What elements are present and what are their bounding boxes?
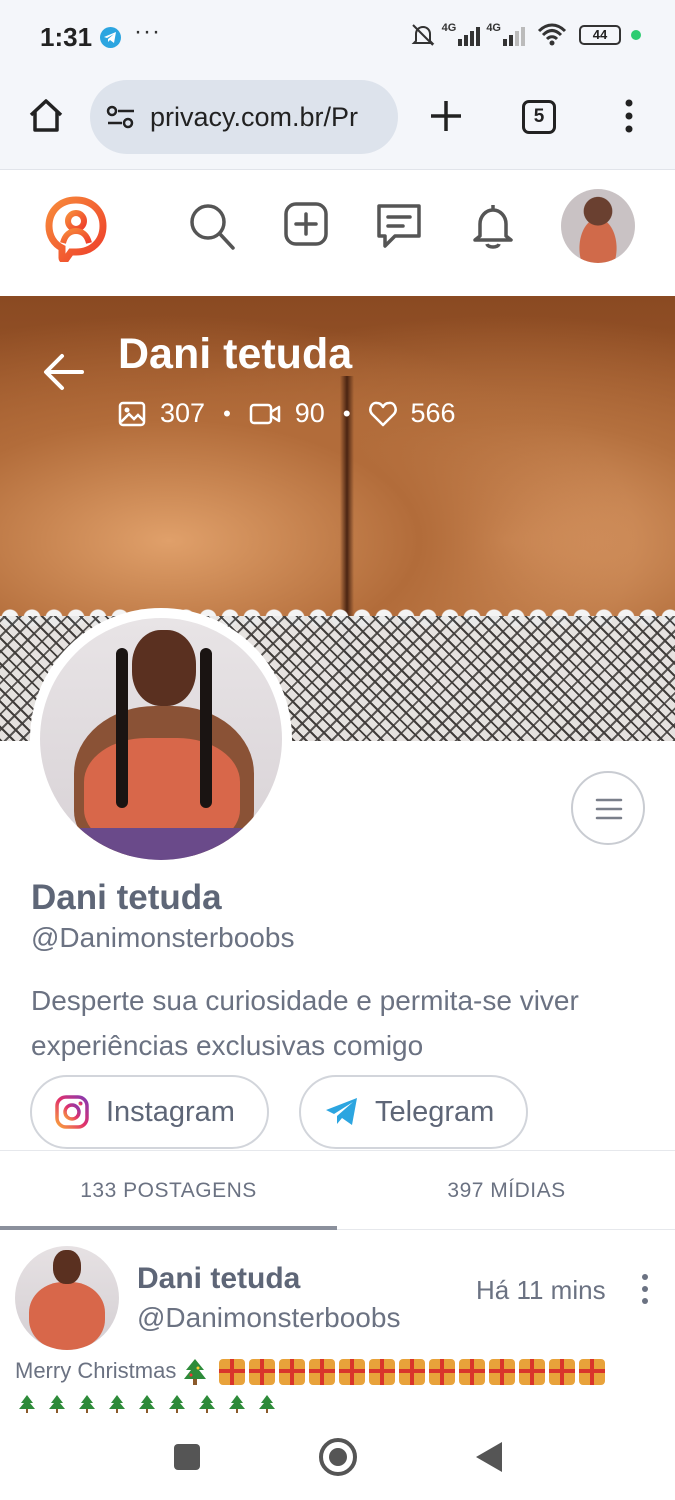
status-time: 1:31	[40, 22, 93, 52]
gift-icon	[488, 1359, 515, 1386]
profile-tabs: 133 POSTAGENS 397 MÍDIAS	[0, 1150, 675, 1230]
christmas-tree-icon	[199, 1395, 215, 1413]
network-type-2: 4G	[486, 22, 501, 34]
gift-icon	[518, 1359, 545, 1386]
status-indicators: 4G 4G 44	[410, 22, 641, 48]
back-arrow-icon[interactable]	[42, 352, 86, 392]
gift-icon	[278, 1359, 305, 1386]
christmas-tree-icon	[109, 1395, 125, 1413]
telegram-notification-icon	[100, 27, 121, 48]
status-bar: 1:31 ··· 4G 4G 44	[0, 0, 675, 72]
more-notifications-icon: ···	[134, 18, 161, 45]
browser-menu-icon[interactable]	[622, 98, 636, 134]
video-icon	[249, 403, 281, 424]
recents-button-icon[interactable]	[174, 1444, 200, 1470]
image-icon	[118, 401, 146, 426]
network-type-1: 4G	[441, 22, 457, 34]
gift-emojis	[218, 1359, 605, 1386]
profile-bio: Desperte sua curiosidade e permita-se vi…	[31, 985, 579, 1061]
create-post-icon[interactable]	[284, 202, 328, 246]
wifi-icon	[537, 23, 567, 46]
messages-icon[interactable]	[375, 202, 423, 250]
gift-icon	[458, 1359, 485, 1386]
privacy-indicator-dot	[631, 30, 641, 40]
christmas-tree-icon	[139, 1395, 155, 1413]
post-author-avatar[interactable]	[15, 1246, 119, 1350]
post-author-name[interactable]: Dani tetuda	[137, 1262, 300, 1296]
hamburger-menu-icon	[595, 798, 623, 820]
browser-toolbar: privacy.com.br/Pr 5	[0, 72, 675, 170]
gift-icon	[548, 1359, 575, 1386]
home-button-icon[interactable]	[319, 1438, 357, 1476]
active-tab-indicator	[0, 1226, 337, 1230]
christmas-tree-icon	[169, 1395, 185, 1413]
new-tab-icon[interactable]	[428, 98, 464, 134]
home-icon[interactable]	[26, 96, 66, 136]
profile-stats: 307 • 90 • 566	[118, 398, 456, 429]
address-bar[interactable]: privacy.com.br/Pr	[90, 80, 398, 154]
tab-media[interactable]: 397 MÍDIAS	[338, 1151, 675, 1231]
user-avatar[interactable]	[561, 189, 635, 263]
tab-switcher-button[interactable]: 5	[522, 100, 556, 134]
back-button-icon[interactable]	[476, 1442, 502, 1472]
christmas-tree-icon	[79, 1395, 95, 1413]
christmas-tree-icon	[259, 1395, 275, 1413]
gift-icon	[218, 1359, 245, 1386]
gift-icon	[578, 1359, 605, 1386]
gift-icon	[248, 1359, 275, 1386]
notifications-bell-icon[interactable]	[470, 202, 516, 250]
instagram-label: Instagram	[106, 1095, 235, 1128]
christmas-tree-icon	[49, 1395, 65, 1413]
search-icon[interactable]	[188, 202, 236, 252]
gift-icon	[428, 1359, 455, 1386]
heart-icon	[368, 401, 397, 426]
gift-icon	[398, 1359, 425, 1386]
christmas-tree-icon	[19, 1395, 35, 1413]
video-count: 90	[294, 398, 325, 428]
gift-icon	[368, 1359, 395, 1386]
telegram-label: Telegram	[375, 1095, 495, 1128]
signal-icon-2	[503, 24, 525, 46]
post-timestamp: Há 11 mins	[476, 1275, 606, 1305]
profile-menu-button[interactable]	[571, 771, 645, 845]
mute-bell-icon	[411, 24, 435, 46]
cover-title: Dani tetuda	[118, 330, 353, 378]
gift-icon	[338, 1359, 365, 1386]
system-navigation-bar	[0, 1420, 675, 1500]
site-settings-icon[interactable]	[106, 104, 136, 130]
post-text-content: Merry Christmas	[15, 1358, 177, 1383]
post-options-icon[interactable]	[640, 1273, 650, 1305]
url-text[interactable]: privacy.com.br/Pr	[150, 102, 358, 133]
instagram-icon	[54, 1094, 90, 1130]
like-count: 566	[410, 398, 456, 428]
photo-count: 307	[160, 398, 206, 428]
profile-name: Dani tetuda	[31, 878, 222, 917]
post-author-handle[interactable]: @Danimonsterboobs	[137, 1302, 400, 1334]
christmas-tree-emojis	[18, 1394, 276, 1414]
christmas-tree-icon	[229, 1395, 245, 1413]
tab-posts[interactable]: 133 POSTAGENS	[0, 1151, 337, 1231]
christmas-tree-icon	[184, 1359, 207, 1386]
battery-icon: 44	[579, 25, 621, 45]
signal-icon-1	[458, 24, 481, 46]
instagram-button[interactable]: Instagram	[30, 1075, 269, 1149]
telegram-button[interactable]: Telegram	[299, 1075, 528, 1149]
post-text: Merry Christmas	[15, 1358, 605, 1386]
telegram-icon	[325, 1097, 359, 1127]
profile-handle: @Danimonsterboobs	[31, 922, 295, 953]
privacy-logo-icon[interactable]	[44, 196, 108, 262]
gift-icon	[308, 1359, 335, 1386]
profile-avatar[interactable]	[30, 608, 292, 870]
site-header	[0, 170, 675, 296]
